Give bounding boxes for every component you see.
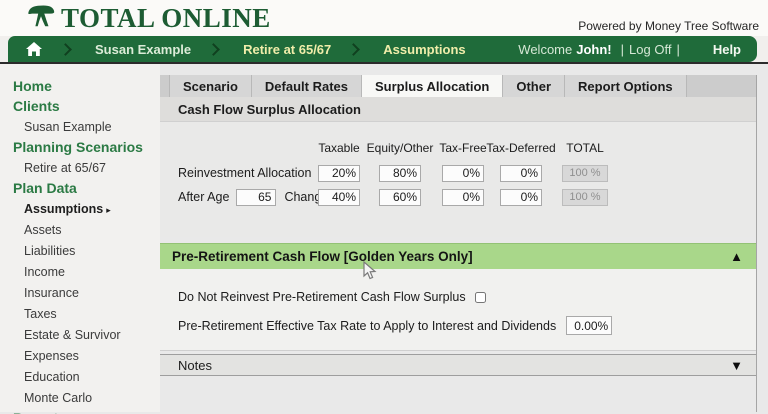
change-equity-other-input[interactable] xyxy=(379,188,421,206)
reinvestment-allocation-label: Reinvestment Allocation xyxy=(178,166,312,180)
submenu-arrow-icon: ▸ xyxy=(106,204,111,215)
allocation-header-row: Taxable Equity/Other Tax-Free Tax-Deferr… xyxy=(178,141,756,155)
app-title: TOTAL ONLINE xyxy=(61,2,271,33)
sidebar-item-expenses[interactable]: Expenses xyxy=(0,345,160,366)
sidebar-item-assets[interactable]: Assets xyxy=(0,219,160,240)
breadcrumb-row: Susan Example Retire at 65/67 Assumption… xyxy=(0,36,768,64)
breadcrumb-chevron-icon xyxy=(347,42,361,56)
column-header-tax-deferred: Tax-Deferred xyxy=(486,141,556,155)
do-not-reinvest-checkbox[interactable] xyxy=(474,291,486,303)
sidebar-item-liabilities[interactable]: Liabilities xyxy=(0,240,160,261)
after-age-change-row: After Age Change 100 % xyxy=(178,188,756,206)
pre-retirement-panel: Do Not Reinvest Pre-Retirement Cash Flow… xyxy=(160,269,756,351)
notes-title: Notes xyxy=(178,357,212,373)
change-total-readout: 100 % xyxy=(562,188,608,206)
do-not-reinvest-label: Do Not Reinvest Pre-Retirement Cash Flow… xyxy=(178,290,466,304)
content-panel: Scenario Default Rates Surplus Allocatio… xyxy=(160,75,757,412)
separator: | xyxy=(620,41,625,57)
help-link[interactable]: Help xyxy=(713,42,741,57)
effective-tax-rate-label: Pre-Retirement Effective Tax Rate to App… xyxy=(178,318,557,333)
tree-logo-icon xyxy=(26,2,56,34)
pre-retirement-section-title: Pre-Retirement Cash Flow [Golden Years O… xyxy=(172,249,473,264)
reinvest-tax-free-input[interactable] xyxy=(442,164,484,182)
sidebar-item-susan-example[interactable]: Susan Example xyxy=(0,116,160,137)
welcome-text: Welcome xyxy=(518,41,573,57)
column-header-tax-free: Tax-Free xyxy=(439,141,487,155)
home-icon xyxy=(26,42,42,56)
home-breadcrumb-button[interactable] xyxy=(8,41,59,57)
do-not-reinvest-row: Do Not Reinvest Pre-Retirement Cash Flow… xyxy=(178,290,756,304)
sidebar-item-assumptions-label: Assumptions xyxy=(24,201,104,216)
effective-tax-rate-input[interactable] xyxy=(566,316,613,335)
pre-retirement-section-header[interactable]: Pre-Retirement Cash Flow [Golden Years O… xyxy=(160,243,756,269)
sidebar-item-assumptions[interactable]: Assumptions ▸ xyxy=(0,198,160,219)
breadcrumb: Susan Example Retire at 65/67 Assumption… xyxy=(8,36,757,62)
sidebar-item-education[interactable]: Education xyxy=(0,366,160,387)
change-tax-free-input[interactable] xyxy=(442,188,484,206)
sidebar-item-plan-data[interactable]: Plan Data xyxy=(0,178,160,198)
notes-section-header[interactable]: Notes ▼ xyxy=(160,354,756,376)
after-age-input[interactable] xyxy=(236,188,277,206)
sidebar-item-planning-scenarios[interactable]: Planning Scenarios xyxy=(0,137,160,157)
column-header-taxable: Taxable xyxy=(318,141,360,155)
tab-bar: Scenario Default Rates Surplus Allocatio… xyxy=(160,75,756,97)
breadcrumb-client[interactable]: Susan Example xyxy=(79,42,207,57)
reinvest-total-readout: 100 % xyxy=(562,164,608,182)
tab-surplus-allocation[interactable]: Surplus Allocation xyxy=(362,75,504,97)
reinvest-taxable-input[interactable] xyxy=(318,164,360,182)
separator: | xyxy=(676,41,680,57)
sidebar-item-clients[interactable]: Clients xyxy=(0,96,160,116)
tab-default-rates[interactable]: Default Rates xyxy=(251,75,362,97)
expand-down-icon[interactable]: ▼ xyxy=(730,359,743,372)
sidebar-item-reports[interactable]: Reports xyxy=(0,408,160,414)
collapse-up-icon[interactable]: ▲ xyxy=(730,250,743,263)
breadcrumb-chevron-icon xyxy=(59,42,72,56)
reinvest-tax-deferred-input[interactable] xyxy=(500,164,542,182)
reinvest-equity-other-input[interactable] xyxy=(379,164,421,182)
powered-by-text: Powered by Money Tree Software xyxy=(578,19,759,33)
tab-other[interactable]: Other xyxy=(503,75,566,97)
change-tax-deferred-input[interactable] xyxy=(500,188,542,206)
effective-tax-rate-row: Pre-Retirement Effective Tax Rate to App… xyxy=(178,316,756,335)
section-title: Cash Flow Surplus Allocation xyxy=(160,97,756,122)
main-content: Scenario Default Rates Surplus Allocatio… xyxy=(160,64,768,412)
breadcrumb-scenario[interactable]: Retire at 65/67 xyxy=(227,42,347,57)
breadcrumb-chevron-icon xyxy=(207,42,220,56)
breadcrumb-page[interactable]: Assumptions xyxy=(367,42,481,57)
allocation-section: Taxable Equity/Other Tax-Free Tax-Deferr… xyxy=(160,122,756,237)
sidebar-item-insurance[interactable]: Insurance xyxy=(0,282,160,303)
user-name: John! xyxy=(576,41,612,57)
after-age-label: After Age xyxy=(178,190,230,204)
reinvestment-allocation-row: Reinvestment Allocation 100 % xyxy=(178,164,756,182)
sidebar-item-monte-carlo[interactable]: Monte Carlo xyxy=(0,387,160,408)
app-logo: TOTAL ONLINE xyxy=(26,2,271,34)
sidebar: Home Clients Susan Example Planning Scen… xyxy=(0,64,160,414)
log-off-link[interactable]: Log Off xyxy=(629,42,671,57)
sidebar-item-retire-at-65-67[interactable]: Retire at 65/67 xyxy=(0,157,160,178)
sidebar-item-income[interactable]: Income xyxy=(0,261,160,282)
change-taxable-input[interactable] xyxy=(318,188,360,206)
column-header-equity-other: Equity/Other xyxy=(366,141,434,155)
sidebar-item-home[interactable]: Home xyxy=(0,76,160,96)
tab-report-options[interactable]: Report Options xyxy=(565,75,687,97)
top-header: TOTAL ONLINE Powered by Money Tree Softw… xyxy=(0,0,768,36)
sidebar-item-estate-survivor[interactable]: Estate & Survivor xyxy=(0,324,160,345)
column-header-total: TOTAL xyxy=(566,141,604,155)
welcome-area: Welcome John! | Log Off | Help xyxy=(518,42,757,57)
sidebar-item-taxes[interactable]: Taxes xyxy=(0,303,160,324)
tab-scenario[interactable]: Scenario xyxy=(169,75,252,97)
